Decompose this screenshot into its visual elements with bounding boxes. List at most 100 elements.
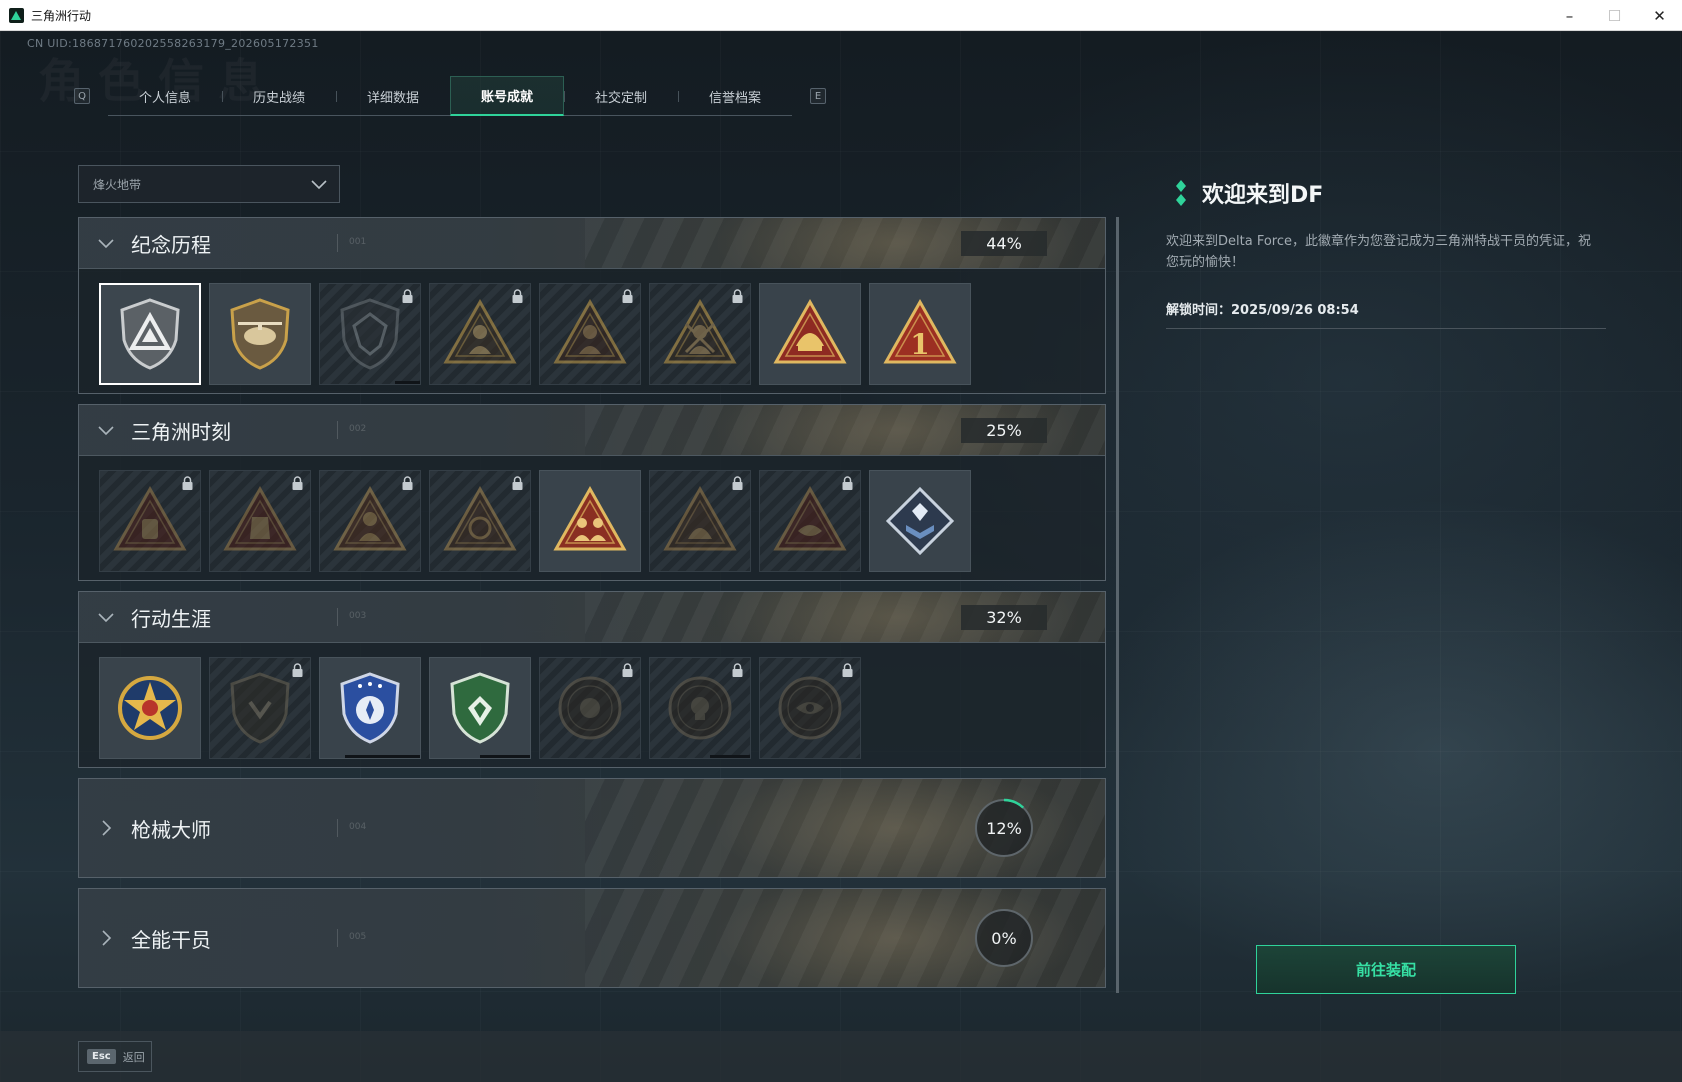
achievement-badge[interactable] bbox=[319, 657, 421, 759]
delta-emblem-icon bbox=[120, 298, 180, 370]
progress-ring: 12% bbox=[973, 797, 1035, 859]
mode-select-dropdown[interactable]: 烽火地带 bbox=[78, 165, 340, 203]
tab-match-history[interactable]: 历史战绩 bbox=[222, 76, 336, 116]
tab-detailed-stats[interactable]: 详细数据 bbox=[336, 76, 450, 116]
minimize-button[interactable]: – bbox=[1547, 0, 1592, 31]
achievement-badge[interactable] bbox=[319, 283, 421, 385]
badge-progress-bar bbox=[710, 755, 750, 758]
section-number: 002 bbox=[349, 424, 367, 434]
achievement-badge[interactable] bbox=[429, 657, 531, 759]
achievement-badge[interactable]: 1 bbox=[869, 283, 971, 385]
achievement-badge[interactable] bbox=[539, 657, 641, 759]
achievement-title: 欢迎来到DF bbox=[1202, 183, 1324, 208]
achievement-badge[interactable] bbox=[209, 657, 311, 759]
lock-icon bbox=[402, 289, 413, 303]
tab-next-key[interactable]: E bbox=[810, 88, 826, 104]
section-percent: 32% bbox=[961, 605, 1047, 630]
section-percent: 44% bbox=[961, 231, 1047, 256]
section-header[interactable]: 全能干员 005 0% bbox=[79, 889, 1105, 987]
section-number: 001 bbox=[349, 237, 367, 247]
svg-text:1: 1 bbox=[910, 328, 929, 361]
achievement-badge[interactable] bbox=[429, 470, 531, 572]
badge-progress-bar bbox=[345, 755, 420, 758]
lock-icon bbox=[182, 476, 193, 490]
maximize-button[interactable]: ☐ bbox=[1592, 0, 1637, 31]
achievement-badge[interactable] bbox=[649, 283, 751, 385]
achievement-section: 三角洲时刻 002 25% bbox=[78, 404, 1106, 581]
tab-social-custom[interactable]: 社交定制 bbox=[564, 76, 678, 116]
chevron-right-icon bbox=[102, 930, 112, 946]
back-button[interactable]: Esc 返回 bbox=[78, 1041, 152, 1072]
badge-grid: 1 bbox=[79, 268, 1105, 393]
chevron-down-icon bbox=[98, 239, 114, 249]
section-title: 三角洲时刻 bbox=[131, 419, 231, 444]
lock-icon bbox=[732, 476, 743, 490]
section-divider bbox=[337, 608, 338, 626]
fish-emblem-icon bbox=[773, 485, 847, 551]
squad-emblem-icon bbox=[553, 485, 627, 551]
close-button[interactable]: ✕ bbox=[1637, 0, 1682, 31]
achievement-badge[interactable] bbox=[429, 283, 531, 385]
hooded-figure-emblem-icon bbox=[553, 298, 627, 364]
globe-emblem-icon bbox=[443, 485, 517, 551]
section-number: 005 bbox=[349, 932, 367, 942]
backpack-emblem-icon bbox=[113, 485, 187, 551]
window-title: 三角洲行动 bbox=[31, 8, 92, 23]
achievement-badge[interactable] bbox=[539, 283, 641, 385]
achievement-section: 枪械大师 004 12% bbox=[78, 778, 1106, 878]
lock-icon bbox=[512, 289, 523, 303]
badge-progress-bar bbox=[480, 755, 530, 758]
lock-icon bbox=[622, 289, 633, 303]
section-title: 枪械大师 bbox=[131, 817, 211, 842]
achievement-badge[interactable] bbox=[99, 283, 201, 385]
lock-icon bbox=[732, 663, 743, 677]
unlock-time: 解锁时间：2025/09/26 08:54 bbox=[1166, 299, 1606, 329]
chevron-down-icon bbox=[311, 180, 327, 190]
achievement-badge[interactable] bbox=[319, 470, 421, 572]
eye-medal-icon bbox=[778, 676, 842, 740]
achievement-badge[interactable] bbox=[649, 470, 751, 572]
section-percent: 25% bbox=[961, 418, 1047, 443]
achievement-badge[interactable] bbox=[99, 657, 201, 759]
tab-achievements[interactable]: 账号成就 bbox=[450, 76, 564, 116]
lock-icon bbox=[292, 476, 303, 490]
achievement-badge[interactable] bbox=[209, 283, 311, 385]
achievement-description: 欢迎来到Delta Force，此徽章作为您登记成为三角洲特战干员的凭证，祝您玩… bbox=[1166, 234, 1591, 270]
operator-emblem-icon bbox=[333, 485, 407, 551]
list-scrollbar[interactable] bbox=[1116, 217, 1119, 993]
achievement-badge[interactable] bbox=[99, 470, 201, 572]
achievement-badge[interactable] bbox=[209, 470, 311, 572]
progress-ring: 0% bbox=[973, 907, 1035, 969]
lock-icon bbox=[402, 476, 413, 490]
star-medal-icon bbox=[118, 676, 182, 740]
achievement-badge[interactable] bbox=[759, 470, 861, 572]
green-badge-icon bbox=[450, 672, 510, 744]
soldier-emblem-icon bbox=[443, 298, 517, 364]
lock-icon bbox=[622, 663, 633, 677]
window-titlebar: 三角洲行动 – ☐ ✕ bbox=[0, 0, 1682, 31]
achievement-list: 纪念历程 001 44% 1 三角洲时刻 002 25% 行动生涯 003 32… bbox=[78, 217, 1108, 998]
lock-icon bbox=[512, 476, 523, 490]
tab-credit-record[interactable]: 信誉档案 bbox=[678, 76, 792, 116]
golden-helmet-emblem-icon bbox=[773, 298, 847, 364]
achievement-badge[interactable] bbox=[759, 283, 861, 385]
achievement-badge[interactable] bbox=[539, 470, 641, 572]
section-divider bbox=[337, 819, 338, 837]
lock-icon bbox=[732, 289, 743, 303]
section-title: 纪念历程 bbox=[131, 232, 211, 257]
achievement-badge[interactable] bbox=[869, 470, 971, 572]
section-header[interactable]: 三角洲时刻 002 25% bbox=[79, 405, 1105, 455]
go-equip-button[interactable]: 前往装配 bbox=[1256, 945, 1516, 994]
section-header[interactable]: 纪念历程 001 44% bbox=[79, 218, 1105, 268]
section-percent: 0% bbox=[991, 928, 1017, 948]
section-header[interactable]: 行动生涯 003 32% bbox=[79, 592, 1105, 642]
section-number: 003 bbox=[349, 611, 367, 621]
achievement-badge[interactable] bbox=[759, 657, 861, 759]
achievement-badge[interactable] bbox=[649, 657, 751, 759]
tab-prev-key[interactable]: Q bbox=[74, 88, 90, 104]
tab-personal-info[interactable]: 个人信息 bbox=[108, 76, 222, 116]
helicopter-emblem-icon bbox=[230, 298, 290, 370]
achievement-section: 全能干员 005 0% bbox=[78, 888, 1106, 988]
badge-grid bbox=[79, 642, 1105, 767]
section-header[interactable]: 枪械大师 004 12% bbox=[79, 779, 1105, 877]
